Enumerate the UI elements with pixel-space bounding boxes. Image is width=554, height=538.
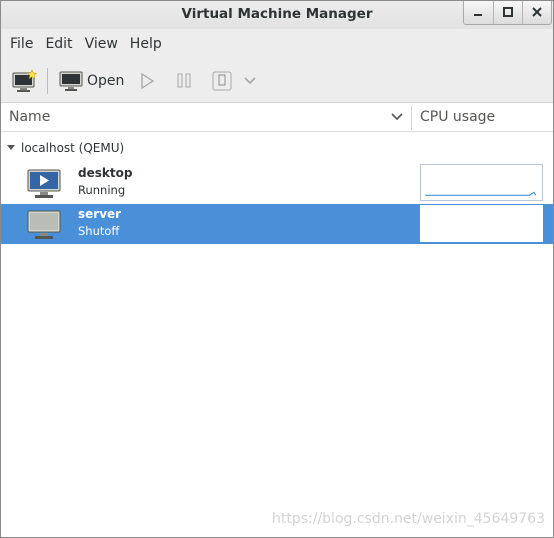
cpu-usage-graph [420,205,543,242]
menu-help[interactable]: Help [124,32,168,56]
close-icon [532,7,542,17]
maximize-icon [503,7,513,17]
shutdown-icon [212,71,232,90]
title-bar[interactable]: Virtual Machine Manager [1,1,553,29]
pause-icon [177,73,191,87]
shutdown-button[interactable] [209,64,235,98]
menu-file[interactable]: File [4,32,39,56]
shutdown-menu-button[interactable] [239,64,261,98]
vm-status: Running [78,183,126,197]
connection-label: localhost (QEMU) [21,141,125,155]
window-controls [463,1,552,25]
minimize-button[interactable] [464,1,493,24]
toolbar-separator [47,67,48,94]
main-window: Virtual Machine Manager File Edit View H… [0,0,554,538]
open-label: Open [87,72,125,89]
maximize-button[interactable] [493,1,522,24]
menu-bar: File Edit View Help [1,29,553,59]
vm-name: server [78,207,122,221]
column-divider[interactable] [411,106,412,130]
vm-row-desktop[interactable]: desktop Running [1,163,553,203]
vm-list-header: Name CPU usage [1,103,553,132]
open-button[interactable]: Open [56,64,127,98]
vm-name: desktop [78,166,133,180]
column-header-name[interactable]: Name [9,109,50,125]
cpu-usage-graph [420,164,543,201]
menu-edit[interactable]: Edit [39,32,78,56]
connection-row[interactable]: localhost (QEMU) [1,138,124,158]
column-header-cpu-usage[interactable]: CPU usage [420,109,495,125]
column-chevron-down-icon[interactable] [390,112,404,122]
new-vm-button[interactable] [9,64,41,98]
vm-row-server[interactable]: server Shutoff [1,204,553,244]
vm-status: Shutoff [78,224,120,238]
vm-list: localhost (QEMU) desktop Running server … [1,132,553,537]
open-console-icon [59,71,83,91]
vm-running-icon [27,169,61,198]
pause-button[interactable] [173,64,195,98]
shutdown-menu-chevron-icon [244,76,256,84]
vm-shutoff-icon [27,210,61,239]
toolbar: Open [1,59,553,103]
close-button[interactable] [522,1,551,24]
watermark: https://blog.csdn.net/weixin_45649763 [271,511,545,527]
menu-view[interactable]: View [79,32,124,56]
new-vm-icon [12,68,38,92]
run-icon [141,72,155,89]
run-button[interactable] [135,64,159,98]
expander-triangle-icon[interactable] [6,143,16,153]
minimize-icon [474,14,482,16]
